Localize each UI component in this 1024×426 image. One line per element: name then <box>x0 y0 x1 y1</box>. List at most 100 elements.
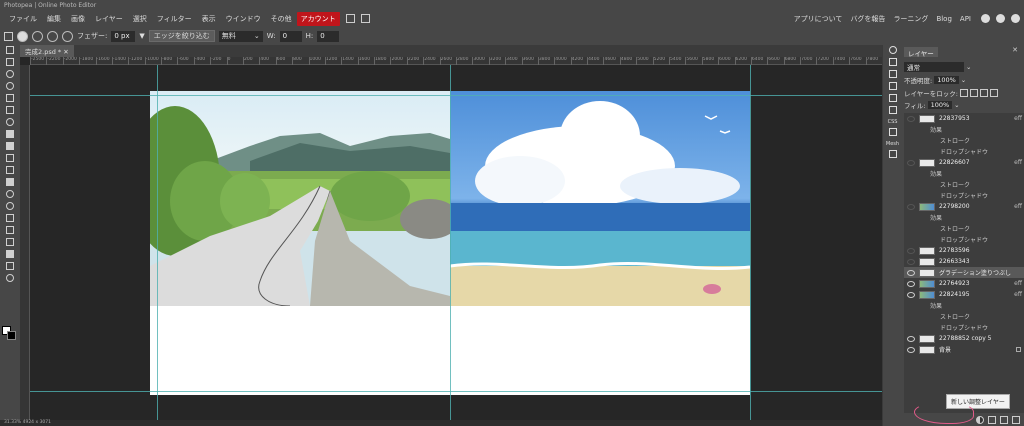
visibility-eye-icon[interactable] <box>907 269 915 276</box>
swatches-icon[interactable] <box>887 128 899 138</box>
properties-icon[interactable] <box>887 58 899 68</box>
reddit-icon[interactable] <box>981 14 990 23</box>
refine-edge-button[interactable]: エッジを絞り込む <box>148 30 215 42</box>
visibility-eye-icon[interactable] <box>907 291 915 298</box>
ruler-vertical[interactable] <box>20 65 30 420</box>
height-input[interactable]: 0 <box>317 30 340 42</box>
menu-more[interactable]: その他 <box>266 14 297 24</box>
layer-row[interactable]: グラデーション塗りつぶし <box>904 267 1024 278</box>
crop-tool-icon[interactable] <box>4 94 16 104</box>
visibility-eye-icon[interactable] <box>907 346 915 353</box>
layer-row[interactable]: 22798200 eff <box>904 201 1024 212</box>
marquee-tool-icon[interactable] <box>4 58 16 68</box>
clone-stamp-icon[interactable] <box>4 142 16 152</box>
layer-row[interactable]: 効果 <box>904 300 1024 311</box>
layer-row[interactable]: ストローク <box>904 311 1024 322</box>
panel-close-icon[interactable]: ✕ <box>1012 46 1018 54</box>
document-tab[interactable]: 完成2.psd * ✕ <box>20 45 74 57</box>
mesh-panel-button[interactable]: Mesh <box>883 141 902 147</box>
shape-tool-icon[interactable] <box>4 250 16 260</box>
menu-api[interactable]: API <box>956 15 975 23</box>
pen-tool-icon[interactable] <box>4 214 16 224</box>
layer-row[interactable]: ドロップシャドウ <box>904 322 1024 333</box>
visibility-eye-icon[interactable] <box>907 280 915 287</box>
menu-learning[interactable]: ラーニング <box>889 14 932 24</box>
menu-edit[interactable]: 編集 <box>42 14 66 24</box>
visibility-eye-icon[interactable] <box>907 115 915 122</box>
menu-account-button[interactable]: アカウント <box>296 11 340 26</box>
css-panel-button[interactable]: CSS <box>883 119 902 125</box>
guide-line[interactable] <box>30 95 882 96</box>
width-input[interactable]: 0 <box>279 30 302 42</box>
character-icon[interactable] <box>887 94 899 104</box>
facebook-icon[interactable] <box>1011 14 1020 23</box>
fill-input[interactable]: 100% <box>927 101 953 109</box>
type-tool-icon[interactable] <box>4 226 16 236</box>
layer-row[interactable]: 22788852 copy 5 <box>904 333 1024 344</box>
layer-row[interactable]: 効果 <box>904 124 1024 135</box>
layer-effects-icon[interactable]: eff <box>1014 291 1022 298</box>
hand-tool-icon[interactable] <box>4 262 16 272</box>
marquee-tool-icon[interactable] <box>4 31 13 41</box>
guide-line[interactable] <box>157 65 158 420</box>
eyedropper-icon[interactable] <box>4 106 16 116</box>
twitter-icon[interactable] <box>996 14 1005 23</box>
menu-image[interactable]: 画像 <box>66 14 90 24</box>
history-brush-icon[interactable] <box>4 154 16 164</box>
layer-row[interactable]: ドロップシャドウ <box>904 146 1024 157</box>
layer-row[interactable]: 効果 <box>904 168 1024 179</box>
layer-effects-icon[interactable]: eff <box>1014 159 1022 166</box>
zoom-icon[interactable] <box>345 14 355 23</box>
zoom-tool-icon[interactable] <box>4 274 16 284</box>
new-layer-icon[interactable] <box>1000 415 1008 424</box>
chevron-down-icon[interactable]: ⌄ <box>961 76 966 84</box>
image-icon[interactable] <box>887 150 899 160</box>
new-selection-icon[interactable] <box>17 30 28 42</box>
menu-about[interactable]: アプリについて <box>790 14 847 24</box>
layer-row[interactable]: 22826607 eff <box>904 157 1024 168</box>
blur-tool-icon[interactable] <box>4 190 16 200</box>
delete-layer-icon[interactable] <box>1012 415 1020 424</box>
add-selection-icon[interactable] <box>32 30 43 42</box>
layer-row[interactable]: 背景 <box>904 344 1024 355</box>
path-select-icon[interactable] <box>4 238 16 248</box>
menu-select[interactable]: 選択 <box>128 14 152 24</box>
ruler-horizontal[interactable]: -2500 -2200 -2000 -1800 -1600 -1400 -1200 -1000… <box>30 57 882 65</box>
brush-settings-icon[interactable] <box>887 82 899 92</box>
lock-position-icon[interactable] <box>980 89 988 97</box>
adjustments-icon[interactable] <box>887 70 899 80</box>
feather-input[interactable]: 0 px <box>111 30 136 42</box>
menu-layer[interactable]: レイヤー <box>90 14 128 24</box>
new-adjustment-layer-icon[interactable] <box>976 415 984 424</box>
layer-row[interactable]: 22837953 eff <box>904 113 1024 124</box>
layer-row[interactable]: 22663343 <box>904 256 1024 267</box>
menu-filter[interactable]: フィルター <box>152 14 197 24</box>
lock-transparency-icon[interactable] <box>960 89 968 97</box>
layer-row[interactable]: 効果 <box>904 212 1024 223</box>
visibility-eye-icon[interactable] <box>907 258 915 265</box>
menu-window[interactable]: ウインドウ <box>221 14 266 24</box>
lasso-tool-icon[interactable] <box>4 70 16 80</box>
layer-row[interactable]: ストローク <box>904 135 1024 146</box>
chevron-down-icon[interactable]: ⌄ <box>954 101 959 109</box>
lock-pixels-icon[interactable] <box>970 89 978 97</box>
dodge-tool-icon[interactable] <box>4 202 16 212</box>
info-icon[interactable] <box>887 46 899 56</box>
layer-row[interactable]: 22764923 eff <box>904 278 1024 289</box>
layer-row[interactable]: ドロップシャドウ <box>904 234 1024 245</box>
layer-row[interactable]: ストローク <box>904 223 1024 234</box>
visibility-eye-icon[interactable] <box>907 203 915 210</box>
tab-layers[interactable]: レイヤー <box>904 47 938 58</box>
menu-view[interactable]: 表示 <box>197 14 221 24</box>
menu-report-bug[interactable]: バグを報告 <box>846 14 889 24</box>
guide-line[interactable] <box>450 65 451 420</box>
visibility-eye-icon[interactable] <box>907 247 915 254</box>
style-select[interactable]: 無料 ⌄ <box>218 30 263 42</box>
eraser-tool-icon[interactable] <box>4 166 16 176</box>
layer-row[interactable]: ドロップシャドウ <box>904 190 1024 201</box>
paint-bucket-icon[interactable] <box>4 178 16 188</box>
layer-effects-icon[interactable]: eff <box>1014 115 1022 122</box>
layer-effects-icon[interactable]: eff <box>1014 280 1022 287</box>
paragraph-icon[interactable] <box>887 106 899 116</box>
healing-brush-icon[interactable] <box>4 118 16 128</box>
